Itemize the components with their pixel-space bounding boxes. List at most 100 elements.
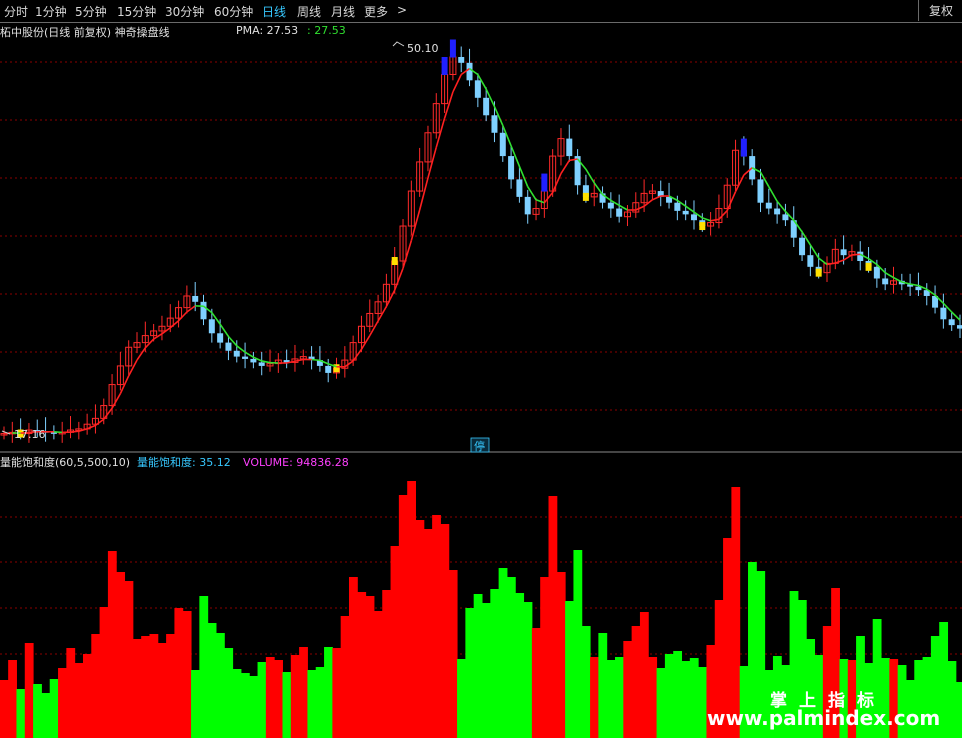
ma-segment [418,177,429,211]
candle-body [782,214,789,221]
ma-segment [452,74,462,93]
volume-bar [324,647,333,738]
candle-body [516,179,523,197]
candle-body [466,62,473,81]
candle-body [940,307,947,320]
candle-body [200,301,207,320]
suspend-marker: 停 [474,439,485,453]
volume-bar [282,672,292,738]
volume-bar [639,612,649,738]
candle-body [192,295,199,302]
candle-body [233,350,240,357]
tab-30min[interactable]: 30分钟 [165,3,204,20]
volume-bar [182,611,192,738]
candle-body [208,319,215,334]
ma-segment [543,192,554,204]
ma-segment [427,147,438,179]
volume-bar [415,520,425,738]
signal-bar-yellow [865,262,872,271]
volume-bar [91,634,101,738]
volume-bar [365,596,375,738]
candle-body [690,214,697,221]
ma-segment [443,91,454,119]
candle-body [242,356,249,359]
kline-chart[interactable]: 50.10 17.16 停 量能饱和度(60,5,500,10) 量能饱和度: … [0,22,962,738]
volume-bar [606,660,616,738]
ma-segment [294,358,304,363]
volume-bar [556,572,566,738]
ma-segment [551,173,562,193]
volume-bar [307,670,317,738]
signal-bar-blue [441,56,448,75]
low-marker: 17.16 [1,428,46,441]
volume-bar [573,550,583,738]
volume-bar [49,679,59,738]
ma-segment [560,160,570,174]
tab-weekly[interactable]: 周线 [297,3,321,20]
ma-segment [818,257,828,266]
candle-body [566,138,573,157]
ma-segment [402,240,413,269]
ma-segment [893,276,903,283]
tab-15min[interactable]: 15分钟 [117,3,156,20]
ma-segment [535,199,545,204]
volume-bar [581,626,591,738]
volume-bar [407,481,416,738]
volume-bar [99,607,109,738]
high-label: 50.10 [407,42,439,55]
candle-body [508,156,515,180]
tab-1min[interactable]: 1分钟 [35,3,67,20]
candle-body [674,202,681,211]
tab-more[interactable]: 更多 [364,3,388,20]
volume-bar [398,495,408,738]
watermark-url: www.palmindex.com [707,706,941,730]
candle-body [840,249,847,256]
volume-bar [8,660,17,738]
volume-bar [947,661,957,738]
volume-bar [531,628,541,738]
volume-bar [664,654,674,738]
volume-bar [731,487,741,738]
ma-segment [369,320,379,337]
ma-segment [86,424,96,430]
ma-segment [144,338,155,349]
tab-timeshare[interactable]: 分时 [4,3,28,20]
adjust-button[interactable]: 复权 [918,0,962,21]
volume-bar [257,662,267,738]
volume-bar [315,667,325,738]
volume-bar [955,682,962,738]
ma-segment [884,271,894,279]
low-label: 17.16 [14,428,46,441]
volume-bar [82,654,92,738]
candle-body [873,266,880,279]
ma-segment [70,430,79,433]
volume-panel-title: 量能饱和度(60,5,500,10) [0,455,130,469]
tab-daily[interactable]: 日线 [262,3,286,20]
ma-segment [186,305,196,313]
volume-bar [373,611,383,738]
chevron-right-icon[interactable]: > [397,3,407,17]
candle-body [217,333,224,343]
ma-segment [111,393,122,409]
candle-body [258,362,265,366]
tab-monthly[interactable]: 月线 [331,3,355,20]
tab-60min[interactable]: 60分钟 [214,3,253,20]
volume-bar [66,648,76,738]
ma-segment [136,347,146,361]
volume-bar [382,590,392,738]
candle-body [491,115,498,133]
candle-body [458,56,465,63]
volume-bar [939,622,949,738]
ma-segment [635,205,645,211]
tab-5min[interactable]: 5分钟 [75,3,107,20]
signal-bar-yellow [815,268,822,277]
candle-body [524,196,531,215]
volume-bar [432,515,441,738]
volume-bar [274,660,283,738]
volume-bar [473,594,483,738]
ma-segment [843,254,853,261]
volume-bar [232,669,242,738]
volume-bar [681,661,691,738]
signal-bar-yellow [582,192,589,201]
ma-segment [352,348,363,362]
